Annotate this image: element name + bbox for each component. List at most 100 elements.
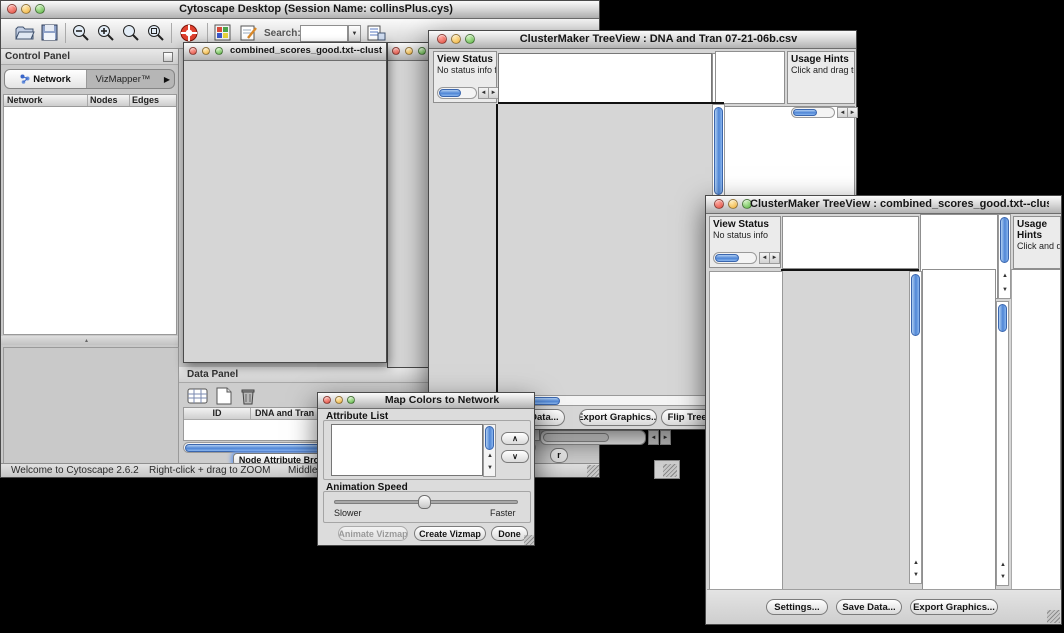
zoom-out-icon[interactable]: [71, 24, 90, 47]
animate-vizmap-label: Animate Vizmap: [338, 529, 407, 539]
status-hint-pan: Middle-: [288, 465, 321, 476]
tv2-usage-hints-text: Click and drag to: [1014, 241, 1060, 251]
zoom-fit-icon[interactable]: [121, 24, 140, 47]
close-icon[interactable]: [323, 396, 331, 404]
fragment-resize-grip[interactable]: [663, 464, 677, 477]
tv1-usage-hints-panel: Usage Hints Click and drag to: [787, 51, 855, 104]
fragment-hscrollbar[interactable]: [540, 430, 646, 445]
tv1-export-graphics-button[interactable]: Export Graphics...: [579, 409, 657, 426]
main-title-bar[interactable]: Cytoscape Desktop (Session Name: collins…: [1, 1, 599, 19]
tv1-status-scrollbar[interactable]: [437, 87, 477, 99]
arrow-up-icon[interactable]: ▲: [913, 560, 919, 566]
move-down-button[interactable]: ∨: [501, 450, 529, 463]
minimize-icon[interactable]: [405, 47, 413, 55]
main-window-title: Cytoscape Desktop (Session Name: collins…: [45, 3, 587, 15]
dialog-title-bar[interactable]: Map Colors to Network: [318, 393, 534, 409]
arrow-down-icon[interactable]: ▼: [1000, 574, 1006, 580]
arrow-up-icon[interactable]: ▲: [1000, 562, 1006, 568]
maximize-icon[interactable]: [215, 47, 223, 55]
attribute-listbox[interactable]: [331, 424, 483, 476]
move-up-button[interactable]: ∧: [501, 432, 529, 445]
close-icon[interactable]: [437, 34, 447, 44]
tv2-resize-grip[interactable]: [1047, 610, 1060, 623]
arrow-down-icon[interactable]: ▼: [487, 465, 493, 471]
zoom-selected-icon[interactable]: [146, 24, 165, 47]
search-dropdown-icon[interactable]: ▼: [348, 25, 361, 42]
done-button[interactable]: Done: [491, 526, 528, 541]
panel-divider[interactable]: ▴: [1, 336, 178, 345]
minimize-icon[interactable]: [335, 396, 343, 404]
minimize-icon[interactable]: [21, 4, 31, 14]
tv2-status-scrollbar[interactable]: [713, 252, 757, 264]
maximize-icon[interactable]: [35, 4, 45, 14]
tv2-gene-labels: [1011, 269, 1061, 599]
network-list-empty: [3, 169, 177, 335]
float-window-icon[interactable]: [163, 52, 173, 62]
search-input[interactable]: [300, 25, 348, 42]
speed-slider-thumb[interactable]: [418, 495, 431, 509]
tv1-column-dendrogram[interactable]: [498, 53, 712, 103]
tv2-heat-vscrollbar[interactable]: ▲ ▼: [909, 271, 922, 584]
hidden-button-fragment[interactable]: r: [550, 448, 568, 463]
control-panel-title: Control Panel: [5, 51, 70, 62]
tv2-heatmap[interactable]: [783, 271, 907, 584]
maximize-icon[interactable]: [347, 396, 355, 404]
maximize-icon[interactable]: [418, 47, 426, 55]
arrow-up-icon[interactable]: ▲: [1002, 273, 1008, 279]
network2-title-bar[interactable]: [388, 43, 429, 61]
tv2-save-data-button[interactable]: Save Data...: [836, 599, 902, 615]
close-icon[interactable]: [714, 199, 724, 209]
minimize-icon[interactable]: [728, 199, 738, 209]
open-folder-icon[interactable]: [15, 24, 35, 46]
tv1-export-graphics-label: Export Graphics...: [579, 412, 657, 423]
tab-overflow-button[interactable]: ▶: [159, 70, 175, 88]
tv1-view-status-title: View Status: [434, 52, 496, 65]
scroll-right-icon[interactable]: ►: [847, 107, 858, 118]
network-table-header[interactable]: Network Nodes Edges: [3, 94, 177, 107]
chevron-right-icon: ▶: [164, 75, 170, 84]
tv1-heatmap[interactable]: [498, 104, 711, 394]
tv2-row-dendrogram[interactable]: [709, 271, 783, 591]
close-icon[interactable]: [392, 47, 400, 55]
animate-vizmap-button[interactable]: Animate Vizmap: [338, 526, 408, 541]
tab-vizmapper-label: VizMapper™: [96, 74, 151, 85]
tv2-save-data-label: Save Data...: [842, 602, 895, 613]
network1-title-bar[interactable]: combined_scores_good.txt--cluste...: [184, 43, 386, 61]
divider-handle-icon: ▴: [85, 337, 88, 344]
tab-vizmapper[interactable]: VizMapper™: [87, 70, 159, 88]
arrow-down-icon[interactable]: ▼: [1002, 287, 1008, 293]
scroll-right-icon[interactable]: ►: [660, 430, 671, 445]
treeview1-title-bar[interactable]: ClusterMaker TreeView : DNA and Tran 07-…: [429, 31, 856, 49]
tv1-usage-scrollbar[interactable]: [791, 107, 835, 118]
scroll-right-icon[interactable]: ►: [769, 252, 780, 264]
zoom-in-icon[interactable]: [96, 24, 115, 47]
tv2-settings-button[interactable]: Settings...: [766, 599, 828, 615]
minimize-icon[interactable]: [202, 47, 210, 55]
dialog-resize-grip[interactable]: [524, 535, 534, 545]
save-icon[interactable]: [41, 24, 59, 46]
tab-network[interactable]: Network: [5, 70, 87, 88]
tv1-view-status-text: No status info f: [434, 65, 496, 75]
network1-view-canvas[interactable]: [184, 61, 386, 362]
arrow-up-icon[interactable]: ▲: [487, 453, 493, 459]
arrow-down-icon[interactable]: ▼: [913, 572, 919, 578]
tv2-export-graphics-button[interactable]: Export Graphics...: [910, 599, 998, 615]
birds-eye-view[interactable]: [3, 347, 179, 467]
tv2-button-bar: Settings... Save Data... Export Graphics…: [707, 589, 1061, 624]
attribute-list-vscrollbar[interactable]: ▲ ▼: [483, 424, 496, 477]
create-vizmap-button[interactable]: Create Vizmap: [414, 526, 486, 541]
scroll-left-icon[interactable]: ◄: [648, 430, 659, 445]
tv1-row-dendrogram[interactable]: [433, 104, 495, 394]
tv2-collabel-vscrollbar[interactable]: ▲ ▼: [998, 214, 1011, 299]
close-icon[interactable]: [189, 47, 197, 55]
status-welcome: Welcome to Cytoscape 2.6.2: [11, 465, 139, 476]
treeview2-title-bar[interactable]: ClusterMaker TreeView : combined_scores_…: [706, 196, 1061, 214]
network1-title: combined_scores_good.txt--cluste...: [230, 45, 382, 56]
close-icon[interactable]: [7, 4, 17, 14]
minimize-icon[interactable]: [451, 34, 461, 44]
tv2-zoom-vscrollbar[interactable]: ▲ ▼: [996, 301, 1009, 586]
col-network: Network: [4, 95, 88, 106]
network-glyph-icon: [20, 74, 30, 84]
tv1-usage-hints-text: Click and drag to: [788, 65, 854, 75]
tv2-export-graphics-label: Export Graphics...: [913, 602, 995, 613]
